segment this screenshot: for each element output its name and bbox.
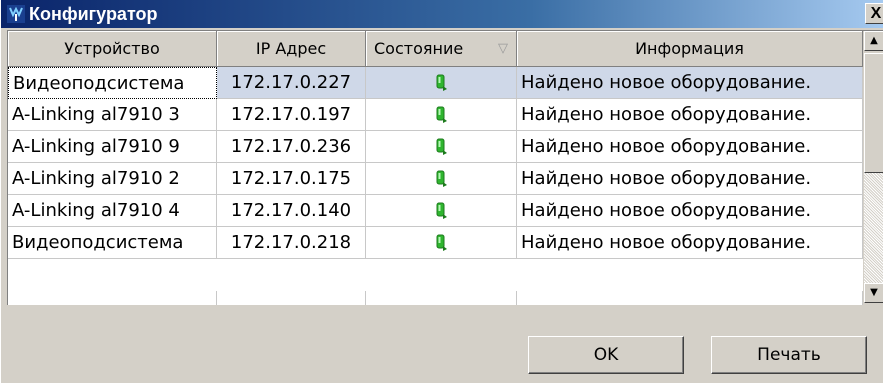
info-cell: Найдено новое оборудование. <box>517 99 863 131</box>
vertical-scrollbar[interactable]: ▲ ▼ <box>863 31 883 305</box>
window-title: Конфигуратор <box>29 4 158 24</box>
connected-status-icon <box>436 106 447 123</box>
print-button[interactable]: Печать <box>711 336 867 374</box>
sort-indicator-icon: ▽ <box>498 41 508 56</box>
close-button[interactable]: X <box>865 3 883 24</box>
info-cell: Найдено новое оборудование. <box>517 131 863 163</box>
info-cell: Найдено новое оборудование. <box>517 163 863 195</box>
state-cell <box>366 195 517 227</box>
connected-status-icon <box>436 234 447 251</box>
device-table: Устройство IP Адрес Состояние ▽ Информаци… <box>7 30 883 305</box>
column-header-label: Состояние <box>374 39 464 58</box>
connected-status-icon <box>436 138 447 155</box>
column-header-label: Устройство <box>64 39 160 58</box>
device-cell: Видеоподсистема <box>8 67 217 99</box>
ip-cell: 172.17.0.197 <box>217 99 366 131</box>
empty-cell <box>8 291 217 305</box>
column-header-label: IP Адрес <box>255 39 327 58</box>
column-header-label: Информация <box>635 39 744 58</box>
title-bar[interactable]: Конфигуратор X <box>1 0 883 28</box>
empty-cell <box>517 291 863 305</box>
ok-button[interactable]: OK <box>528 336 684 374</box>
scroll-thumb[interactable] <box>864 53 883 173</box>
column-header-state[interactable]: Состояние ▽ <box>366 31 517 67</box>
configurator-window: Конфигуратор X Устройство IP Адрес Состо… <box>0 0 883 383</box>
ip-cell: 172.17.0.175 <box>217 163 366 195</box>
state-cell <box>366 227 517 259</box>
scroll-down-button[interactable]: ▼ <box>864 283 883 303</box>
device-cell: A-Linking al7910 4 <box>8 195 217 227</box>
connected-status-icon <box>436 170 447 187</box>
state-cell <box>366 131 517 163</box>
empty-cell <box>366 291 517 305</box>
scroll-up-button[interactable]: ▲ <box>864 31 883 51</box>
ip-cell: 172.17.0.236 <box>217 131 366 163</box>
device-cell: Видеоподсистема <box>8 227 217 259</box>
ip-cell: 172.17.0.140 <box>217 195 366 227</box>
connected-status-icon <box>436 74 447 91</box>
state-cell <box>366 163 517 195</box>
column-header-info[interactable]: Информация <box>517 31 863 67</box>
column-header-ip[interactable]: IP Адрес <box>217 31 366 67</box>
info-cell: Найдено новое оборудование. <box>517 227 863 259</box>
column-header-device[interactable]: Устройство <box>8 31 217 67</box>
device-cell: A-Linking al7910 9 <box>8 131 217 163</box>
empty-cell <box>217 291 366 305</box>
device-cell: A-Linking al7910 3 <box>8 99 217 131</box>
ip-cell: 172.17.0.218 <box>217 227 366 259</box>
info-cell: Найдено новое оборудование. <box>517 195 863 227</box>
device-cell: A-Linking al7910 2 <box>8 163 217 195</box>
state-cell <box>366 67 517 99</box>
state-cell <box>366 99 517 131</box>
ip-cell: 172.17.0.227 <box>217 67 366 99</box>
app-icon <box>7 5 25 23</box>
info-cell: Найдено новое оборудование. <box>517 67 863 99</box>
connected-status-icon <box>436 202 447 219</box>
